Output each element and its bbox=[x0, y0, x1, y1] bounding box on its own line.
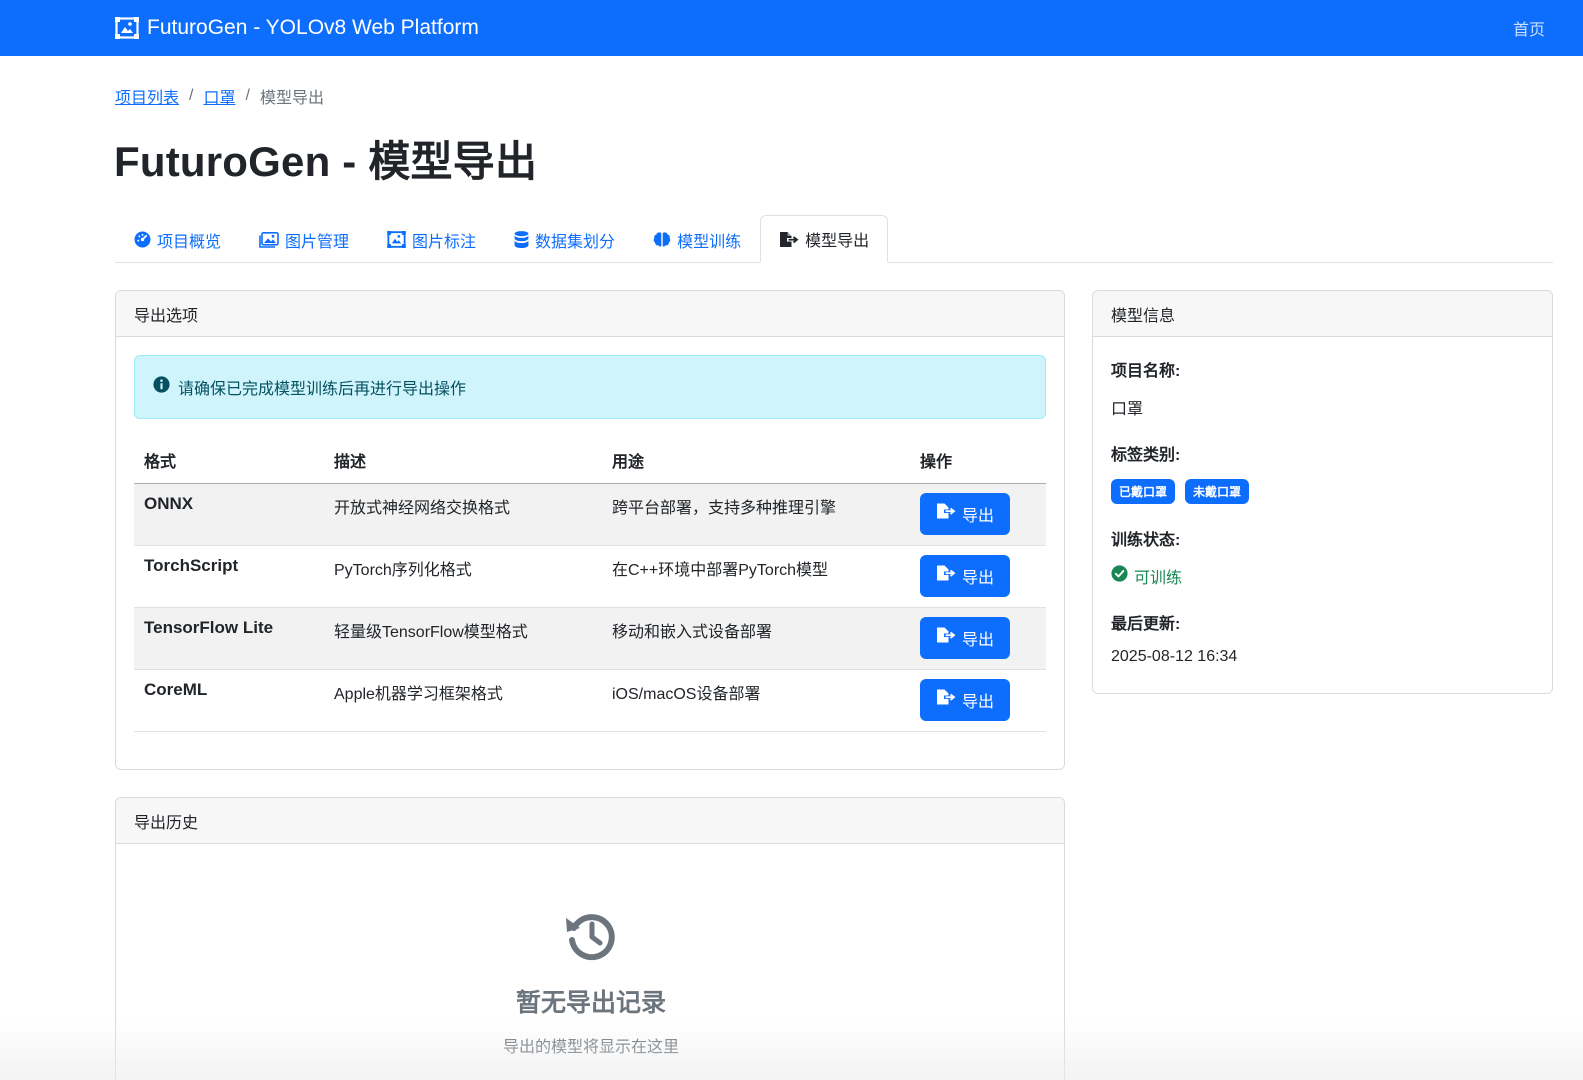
button-label: 导出 bbox=[962, 569, 995, 587]
tab-model-export[interactable]: 模型导出 bbox=[760, 215, 889, 263]
project-name-value: 口罩 bbox=[1111, 401, 1144, 418]
table-row: TorchScript PyTorch序列化格式 在C++环境中部署PyTorc… bbox=[134, 545, 1046, 608]
export-coreml-button[interactable]: 导出 bbox=[920, 678, 1011, 721]
action-cell: 导出 bbox=[910, 669, 1046, 732]
export-torchscript-button[interactable]: 导出 bbox=[920, 554, 1011, 597]
navbar-brand[interactable]: FuturoGen - YOLOv8 Web Platform bbox=[115, 16, 479, 40]
tab-label: 模型导出 bbox=[805, 233, 870, 250]
tab-label: 模型训练 bbox=[677, 233, 742, 251]
brain-icon bbox=[653, 231, 671, 248]
card-header: 导出历史 bbox=[116, 798, 1064, 844]
usage-cell: 移动和嵌入式设备部署 bbox=[602, 607, 910, 670]
table-row: CoreML Apple机器学习框架格式 iOS/macOS设备部署 导出 bbox=[134, 669, 1046, 732]
tab-overview[interactable]: 项目概览 bbox=[115, 216, 240, 263]
button-label: 导出 bbox=[962, 631, 995, 649]
info-body: 项目名称: 口罩 标签类别: 已戴口罩 未戴口罩 训练状态: 可训练 最后更新:… bbox=[1093, 337, 1552, 693]
breadcrumb-projects-link[interactable]: 项目列表 bbox=[115, 84, 179, 108]
usage-cell: iOS/macOS设备部署 bbox=[602, 669, 910, 732]
tab-images[interactable]: 图片管理 bbox=[240, 216, 368, 263]
file-export-icon bbox=[936, 565, 956, 586]
table-header-row: 格式 描述 用途 操作 bbox=[134, 437, 1046, 484]
updated-label: 最后更新: bbox=[1111, 616, 1181, 633]
format-cell: TensorFlow Lite bbox=[134, 607, 324, 670]
alert-text: 请确保已完成模型训练后再进行导出操作 bbox=[178, 381, 467, 398]
description-cell: PyTorch序列化格式 bbox=[324, 545, 602, 608]
export-options-card: 导出选项 请确保已完成模型训练后再进行导出操作 格式 描述 用途 操作 ONNX… bbox=[115, 290, 1065, 770]
export-tflite-button[interactable]: 导出 bbox=[920, 616, 1011, 659]
check-circle-icon bbox=[1111, 565, 1128, 587]
label-badge: 已戴口罩 bbox=[1111, 479, 1176, 504]
action-cell: 导出 bbox=[910, 483, 1046, 546]
navbar: FuturoGen - YOLOv8 Web Platform 首页 bbox=[0, 0, 1583, 56]
card-header: 模型信息 bbox=[1093, 291, 1552, 337]
breadcrumb: 项目列表 / 口罩 / 模型导出 bbox=[115, 84, 324, 108]
labels-label: 标签类别: bbox=[1111, 447, 1181, 464]
project-name-label: 项目名称: bbox=[1111, 363, 1181, 380]
description-cell: Apple机器学习框架格式 bbox=[324, 669, 602, 732]
action-cell: 导出 bbox=[910, 607, 1046, 670]
card-header: 导出选项 bbox=[116, 291, 1064, 337]
button-label: 导出 bbox=[962, 507, 995, 525]
tab-label: 图片管理 bbox=[285, 233, 350, 251]
usage-cell: 在C++环境中部署PyTorch模型 bbox=[602, 545, 910, 608]
table-row: TensorFlow Lite 轻量级TensorFlow模型格式 移动和嵌入式… bbox=[134, 607, 1046, 670]
description-cell: 开放式神经网络交换格式 bbox=[324, 483, 602, 546]
format-cell: TorchScript bbox=[134, 545, 324, 608]
annotate-icon bbox=[115, 17, 139, 39]
annotate-icon bbox=[387, 231, 406, 248]
format-cell: ONNX bbox=[134, 483, 324, 546]
column-header: 格式 bbox=[134, 437, 324, 484]
column-header: 描述 bbox=[324, 437, 602, 484]
database-icon bbox=[514, 231, 529, 248]
column-header: 操作 bbox=[910, 437, 1046, 484]
usage-cell: 跨平台部署，支持多种推理引擎 bbox=[602, 483, 910, 546]
tab-label: 数据集划分 bbox=[535, 233, 616, 251]
tab-dataset-split[interactable]: 数据集划分 bbox=[495, 216, 634, 263]
breadcrumb-project-link[interactable]: 口罩 bbox=[203, 84, 235, 108]
breadcrumb-current: 模型导出 bbox=[259, 90, 324, 107]
tab-annotate[interactable]: 图片标注 bbox=[368, 216, 495, 263]
description-cell: 轻量级TensorFlow模型格式 bbox=[324, 607, 602, 670]
tab-training[interactable]: 模型训练 bbox=[634, 216, 760, 263]
tab-bar: 项目概览 图片管理 图片标注 数据集划分 模型训练 模型导出 bbox=[115, 215, 1553, 263]
breadcrumb-separator: / bbox=[189, 87, 194, 104]
home-link[interactable]: 首页 bbox=[1513, 16, 1545, 40]
button-label: 导出 bbox=[962, 693, 995, 711]
file-export-icon bbox=[779, 231, 799, 248]
brand-text: FuturoGen - YOLOv8 Web Platform bbox=[147, 16, 479, 39]
table-row: ONNX 开放式神经网络交换格式 跨平台部署，支持多种推理引擎 导出 bbox=[134, 483, 1046, 546]
tab-label: 项目概览 bbox=[157, 233, 222, 251]
breadcrumb-separator: / bbox=[245, 87, 250, 104]
model-info-card: 模型信息 项目名称: 口罩 标签类别: 已戴口罩 未戴口罩 训练状态: 可训练 … bbox=[1092, 290, 1553, 694]
column-header: 用途 bbox=[602, 437, 910, 484]
export-format-table: 格式 描述 用途 操作 ONNX 开放式神经网络交换格式 跨平台部署，支持多种推… bbox=[134, 437, 1046, 732]
empty-subtitle: 导出的模型将显示在这里 bbox=[502, 1039, 679, 1056]
action-cell: 导出 bbox=[910, 545, 1046, 608]
label-badge: 未戴口罩 bbox=[1185, 479, 1250, 504]
info-alert: 请确保已完成模型训练后再进行导出操作 bbox=[134, 355, 1046, 419]
updated-value: 2025-08-12 16:34 bbox=[1111, 648, 1238, 665]
info-circle-icon bbox=[153, 376, 170, 398]
file-export-icon bbox=[936, 689, 956, 710]
format-cell: CoreML bbox=[134, 669, 324, 732]
tab-label: 图片标注 bbox=[412, 233, 477, 251]
status-label: 训练状态: bbox=[1111, 532, 1181, 549]
status-text: 可训练 bbox=[1134, 570, 1183, 587]
file-export-icon bbox=[936, 503, 956, 524]
export-history-card: 导出历史 暂无导出记录 导出的模型将显示在这里 bbox=[115, 797, 1065, 1080]
images-icon bbox=[259, 231, 279, 248]
history-icon bbox=[563, 908, 619, 969]
gauge-icon bbox=[134, 231, 151, 248]
page-title: FuturoGen - 模型导出 bbox=[114, 138, 538, 185]
label-badges: 已戴口罩 未戴口罩 bbox=[1111, 479, 1534, 504]
empty-title: 暂无导出记录 bbox=[515, 989, 666, 1017]
empty-state: 暂无导出记录 导出的模型将显示在这里 bbox=[116, 908, 1064, 1057]
export-onnx-button[interactable]: 导出 bbox=[920, 492, 1011, 535]
file-export-icon bbox=[936, 627, 956, 648]
status-badge: 可训练 bbox=[1111, 564, 1534, 588]
